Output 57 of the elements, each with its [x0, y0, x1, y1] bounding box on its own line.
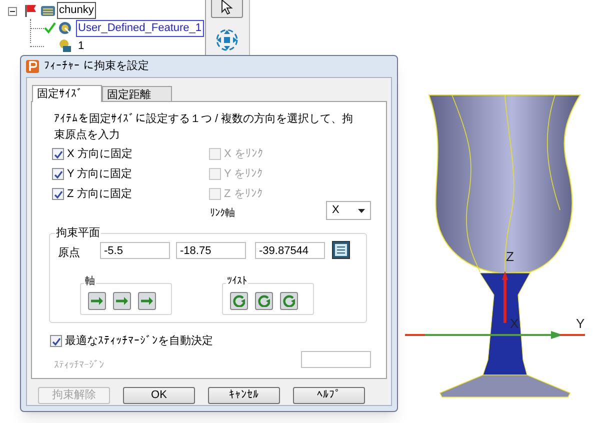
margin-label: ｽﾃｨｯﾁﾏｰｼﾞﾝ — [54, 358, 104, 373]
dialog-button[interactable]: OK — [123, 387, 195, 404]
window-title: ﾌｨｰﾁｬｰ に拘束を設定 — [44, 58, 150, 74]
pointer-tool-button[interactable] — [211, 0, 243, 18]
rotate-arrow-icon — [282, 295, 296, 307]
rotate-arrow-icon — [257, 295, 271, 307]
arrow-icon — [90, 295, 104, 307]
axis-button[interactable] — [113, 292, 131, 310]
group-title: 軸 — [84, 276, 96, 288]
group-title: 拘束平面 — [55, 226, 101, 240]
checkbox[interactable] — [52, 188, 64, 200]
flag-icon — [24, 4, 38, 18]
checkbox-label: Z をﾘﾝｸ — [224, 186, 263, 202]
dialog-button[interactable]: ｷｬﾝｾﾙ — [208, 387, 280, 404]
arrow-icon — [140, 295, 154, 307]
rotate-tool-icon[interactable] — [214, 27, 240, 53]
checkbox-label: X 方向に固定 — [67, 146, 132, 162]
checkbox[interactable] — [52, 168, 64, 180]
checkbox-label: Z 方向に固定 — [67, 186, 132, 202]
checkbox[interactable] — [52, 148, 64, 160]
margin-field[interactable] — [301, 351, 371, 368]
axis-label: X — [510, 317, 519, 330]
feature-icon — [58, 21, 72, 35]
checkbox-label: Y 方向に固定 — [67, 166, 132, 182]
link-axis-label: ﾘﾝｸ軸 — [210, 206, 235, 221]
checkbox-label: Y をﾘﾝｸ — [224, 166, 264, 182]
tree-item[interactable]: 1 — [76, 38, 86, 55]
tab[interactable]: 固定ｻｲｽﾞ — [32, 85, 102, 102]
axis-button[interactable] — [138, 292, 156, 310]
tab[interactable]: 固定距離 — [102, 86, 172, 101]
dropdown-caret-icon — [358, 208, 365, 212]
checkbox[interactable] — [50, 335, 62, 347]
stack-icon — [40, 4, 56, 18]
part-icon — [58, 39, 72, 53]
checkbox-label: 最適なｽﾃｨｯﾁﾏｰｼﾞﾝを自動決定 — [65, 334, 213, 349]
axis-label: Z — [506, 250, 514, 263]
origin-field[interactable]: -39.87544 — [255, 242, 325, 259]
axis-button[interactable] — [88, 292, 106, 310]
checkbox-label: X をﾘﾝｸ — [224, 146, 264, 162]
description: ｱｲﾃﾑを固定ｻｲｽﾞに設定する１つ / 複数の方向を選択して、拘束原点を入力 — [54, 112, 354, 143]
arrow-icon — [115, 295, 129, 307]
origin-label: 原点 — [58, 246, 80, 261]
origin-field[interactable]: -5.5 — [100, 242, 170, 259]
collapse-toggle[interactable] — [8, 7, 17, 16]
axis-dropdown[interactable]: X — [326, 201, 371, 220]
rotate-arrow-icon — [232, 295, 246, 307]
axis-label: Y — [576, 317, 585, 330]
tree-item[interactable]: chunky — [57, 2, 96, 19]
twist-button[interactable] — [280, 292, 298, 310]
origin-field[interactable]: -18.75 — [176, 242, 246, 259]
app-icon — [26, 60, 39, 73]
dialog-button[interactable]: ﾍﾙﾌﾟ — [293, 387, 365, 404]
tree-item[interactable]: User_Defined_Feature_1 — [76, 20, 204, 37]
twist-button[interactable] — [255, 292, 273, 310]
list-icon[interactable] — [332, 241, 350, 259]
twist-button[interactable] — [230, 292, 248, 310]
cursor-icon — [221, 0, 233, 15]
